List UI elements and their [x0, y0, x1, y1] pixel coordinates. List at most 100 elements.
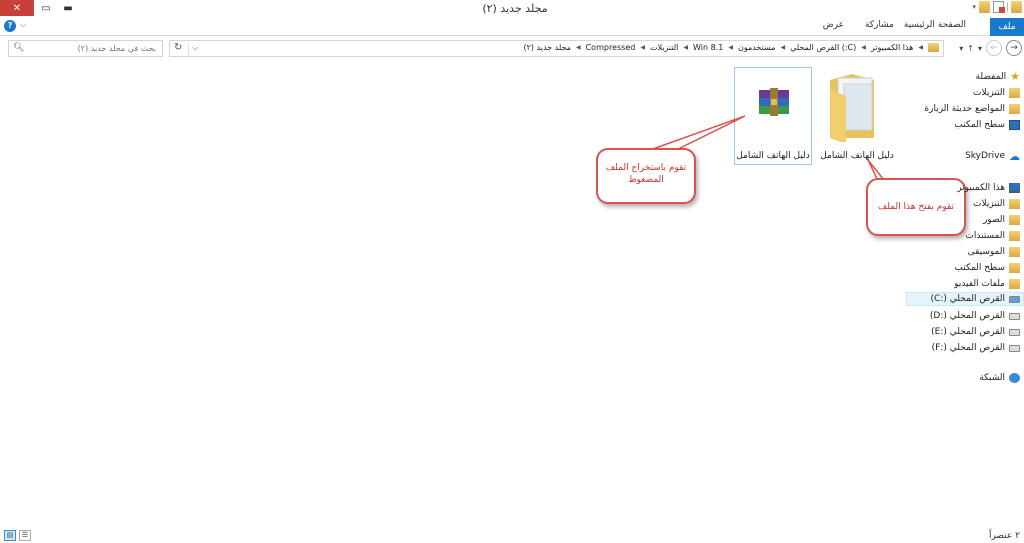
nav-drive-f[interactable]: القرص المحلي (:F)	[932, 341, 1020, 355]
tab-share[interactable]: مشاركة	[865, 20, 894, 30]
chevron-icon[interactable]: ◀	[683, 44, 688, 51]
chevron-icon[interactable]: ◀	[918, 44, 923, 51]
explorer-icon	[1011, 1, 1022, 13]
close-button[interactable]: ✕	[0, 0, 34, 16]
documents-folder-icon	[1009, 231, 1020, 241]
drive-icon	[1009, 312, 1020, 320]
details-view-icon[interactable]: ▤	[4, 530, 16, 541]
nav-drive-c-label: القرص المحلي (:C)	[930, 294, 1005, 304]
downloads-folder-icon	[1009, 88, 1020, 98]
minimize-button[interactable]: ▬	[58, 0, 78, 16]
nav-pc-desktop-label: سطح المكتب	[954, 263, 1005, 273]
properties-icon[interactable]	[993, 1, 1005, 13]
crumb-compressed[interactable]: Compressed	[586, 43, 636, 52]
cloud-icon: ☁	[1009, 149, 1020, 163]
videos-folder-icon	[1009, 279, 1020, 289]
desktop-icon	[1009, 120, 1020, 130]
nav-drive-d[interactable]: القرص المحلي (:D)	[930, 309, 1020, 323]
maximize-button[interactable]: ▭	[36, 0, 56, 16]
nav-drive-f-label: القرص المحلي (:F)	[931, 343, 1005, 353]
callout-extract: تقوم باستخراج الملف المضغوط	[596, 148, 696, 204]
folder-item[interactable]: دليل الهاتف الشامل	[818, 66, 896, 164]
chevron-icon[interactable]: ◀	[780, 44, 785, 51]
nav-drive-d-label: القرص المحلي (:D)	[929, 311, 1005, 321]
nav-skydrive-label: SkyDrive	[965, 151, 1005, 161]
nav-skydrive[interactable]: ☁ SkyDrive	[965, 149, 1020, 163]
nav-this-pc[interactable]: هذا الكمبيوتر	[957, 181, 1020, 195]
title-bar: ✕ ▭ ▬ مجلد جديد (٢) ▾	[0, 0, 1024, 18]
folder-icon	[830, 74, 874, 142]
crumb-win81[interactable]: Win 8.1	[693, 43, 723, 52]
nav-fav-desktop-label: سطح المكتب	[954, 120, 1005, 130]
refresh-icon[interactable]: ↻	[174, 42, 182, 53]
nav-pc-documents[interactable]: المستندات	[965, 229, 1020, 243]
status-bar: ▤ ☰ ٢ عنصراً	[0, 525, 1024, 543]
nav-fav-downloads[interactable]: التنزيلات	[973, 86, 1020, 100]
search-input[interactable]	[28, 42, 156, 55]
nav-pc-pictures-label: الصور	[982, 215, 1005, 225]
nav-pc-pictures[interactable]: الصور	[983, 213, 1020, 227]
crumb-current-folder[interactable]: مجلد جديد (٢)	[523, 43, 571, 52]
crumb-users[interactable]: مستخدمون	[738, 43, 776, 52]
nav-drive-e-label: القرص المحلي (:E)	[931, 327, 1005, 337]
callout-extract-text: تقوم باستخراج الملف المضغوط	[605, 163, 687, 185]
nav-drive-e[interactable]: القرص المحلي (:E)	[931, 325, 1020, 339]
nav-this-pc-label: هذا الكمبيوتر	[957, 183, 1005, 193]
chevron-icon[interactable]: ◀	[861, 44, 866, 51]
nav-pc-music[interactable]: الموسيقى	[968, 245, 1020, 259]
nav-favorites-label: المفضلة	[975, 72, 1007, 82]
address-bar[interactable]: ↻ ⌵ ◀ هذا الكمبيوتر ◀ القرص المحلي (:C) …	[169, 40, 944, 57]
drive-icon	[1009, 328, 1020, 336]
search-icon[interactable]: 🔍︎	[13, 43, 24, 53]
nav-fav-recent-label: المواضع حديثة الزيارة	[924, 104, 1005, 114]
nav-pc-videos[interactable]: ملفات الفيديو	[954, 277, 1020, 291]
tab-view[interactable]: عرض	[823, 20, 844, 30]
chevron-icon[interactable]: ◀	[640, 44, 645, 51]
up-arrow-icon[interactable]: ↑	[967, 44, 974, 53]
nav-pc-desktop[interactable]: سطح المكتب	[954, 261, 1020, 275]
file-view[interactable]: دليل الهاتف الشامل دليل الهاتف الشامل تق…	[0, 60, 966, 525]
downloads-folder-icon	[1009, 199, 1020, 209]
rar-file-label: دليل الهاتف الشامل	[736, 151, 810, 161]
tab-file[interactable]: ملف	[990, 18, 1024, 36]
nav-pc-music-label: الموسيقى	[967, 247, 1005, 257]
rar-file-item[interactable]: دليل الهاتف الشامل	[734, 67, 812, 165]
crumb-downloads[interactable]: التنزيلات	[650, 43, 678, 52]
address-history-dropdown-icon[interactable]: ⌵	[192, 43, 198, 53]
star-icon: ★	[1010, 70, 1020, 83]
network-icon	[1009, 373, 1020, 383]
nav-network-label: الشبكة	[979, 373, 1005, 383]
crumb-this-pc[interactable]: هذا الكمبيوتر	[871, 43, 914, 52]
item-count: ٢ عنصراً	[988, 531, 1020, 541]
nav-network[interactable]: الشبكة	[979, 371, 1020, 385]
new-folder-icon[interactable]	[979, 1, 990, 13]
nav-fav-recent[interactable]: المواضع حديثة الزيارة	[924, 102, 1020, 116]
qat-dropdown-icon[interactable]: ▾	[972, 3, 976, 11]
rar-archive-icon	[759, 88, 789, 116]
forward-icon[interactable]: ←	[986, 40, 1002, 56]
recent-dropdown-icon[interactable]: ▾	[978, 44, 982, 53]
large-icons-view-icon[interactable]: ☰	[19, 530, 31, 541]
folder-item-label: دليل الهاتف الشامل	[820, 151, 894, 161]
crumb-drive-c[interactable]: القرص المحلي (:C)	[790, 43, 856, 52]
nav-pc-downloads[interactable]: التنزيلات	[973, 197, 1020, 211]
ribbon: ? ⌵ عرض مشاركة الصفحة الرئيسية ملف	[0, 18, 1024, 36]
address-divider	[188, 43, 189, 55]
recent-places-icon	[1009, 104, 1020, 114]
chevron-icon[interactable]: ◀	[728, 44, 733, 51]
pictures-folder-icon	[1009, 215, 1020, 225]
recent-locations-icon[interactable]: ▾	[959, 44, 963, 53]
nav-drive-c[interactable]: القرص المحلي (:C)	[906, 292, 1024, 306]
ribbon-collapse-icon[interactable]: ⌵	[20, 20, 26, 30]
chevron-icon[interactable]: ◀	[576, 44, 581, 51]
nav-favorites[interactable]: ★ المفضلة	[976, 70, 1020, 84]
help-icon[interactable]: ?	[4, 20, 16, 32]
system-drive-icon	[1009, 295, 1020, 303]
back-icon[interactable]: →	[1006, 40, 1022, 56]
computer-icon	[1009, 183, 1020, 193]
nav-pc-videos-label: ملفات الفيديو	[954, 279, 1005, 289]
search-box[interactable]: 🔍︎	[8, 40, 163, 57]
nav-fav-desktop[interactable]: سطح المكتب	[954, 118, 1020, 132]
tab-home[interactable]: الصفحة الرئيسية	[904, 20, 966, 30]
nav-fav-downloads-label: التنزيلات	[973, 88, 1005, 98]
